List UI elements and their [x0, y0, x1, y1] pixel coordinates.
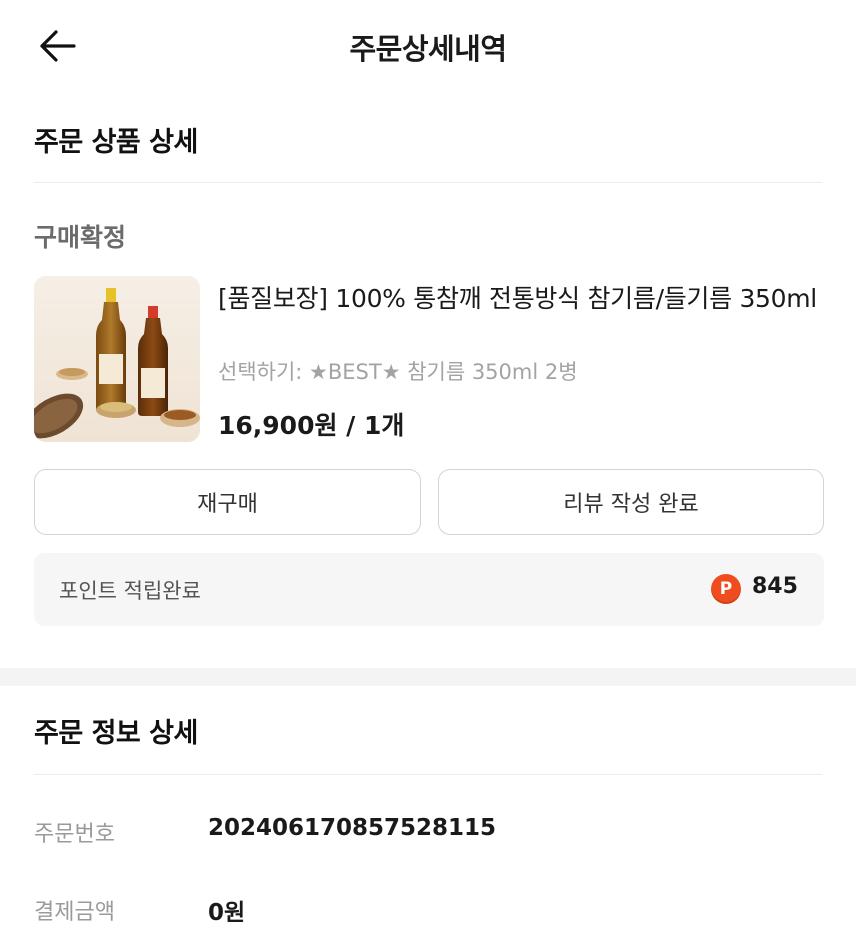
points-label: 포인트 적립완료 [59, 579, 201, 603]
points-value: 845 [752, 574, 798, 599]
header: 주문상세내역 [0, 0, 856, 92]
rebuy-button[interactable]: 재구매 [34, 469, 421, 535]
product-option: 선택하기: ★BEST★ 참기름 350ml 2병 [218, 360, 578, 384]
page-title: 주문상세내역 [349, 32, 507, 66]
order-detail-page: 주문상세내역 주문 상품 상세 구매확정 [품질보장] 100% 통참깨 전통방… [0, 0, 856, 945]
order-product-section-title: 주문 상품 상세 [34, 127, 198, 158]
product-name[interactable]: [품질보장] 100% 통참깨 전통방식 참기름/들기름 350ml [218, 280, 828, 318]
order-info-section-title: 주문 정보 상세 [34, 718, 198, 749]
order-status: 구매확정 [34, 223, 127, 252]
payment-amount-value: 0원 [208, 900, 246, 926]
review-complete-button[interactable]: 리뷰 작성 완료 [438, 469, 824, 535]
order-number-label: 주문번호 [34, 822, 115, 847]
product-photo [34, 276, 200, 442]
point-icon: P [711, 574, 741, 604]
points-box: 포인트 적립완료 P 845 [34, 553, 824, 626]
section-separator [0, 668, 856, 686]
product-price: 16,900원 / 1개 [218, 411, 405, 440]
divider [34, 182, 822, 183]
order-number-value: 20240617085752811​5 [208, 815, 497, 841]
product-image[interactable] [34, 276, 200, 442]
payment-amount-label: 결제금액 [34, 900, 115, 925]
divider [34, 774, 822, 775]
